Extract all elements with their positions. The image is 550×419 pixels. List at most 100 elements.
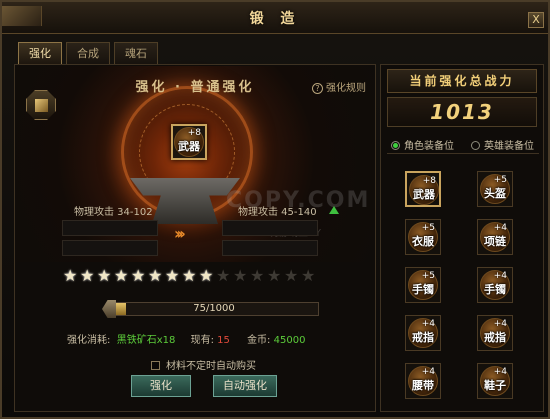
equip-level: +5: [421, 223, 435, 233]
equip-item-icon: +4 腰带: [408, 366, 438, 396]
star-filled-icon: ★: [80, 266, 95, 285]
star-empty-icon: ★: [216, 266, 231, 285]
progress-text: 75/1000: [193, 303, 235, 314]
divider: [387, 153, 539, 154]
equip-slot[interactable]: +4 手镯: [477, 267, 513, 303]
radio-hero-equip[interactable]: [471, 141, 480, 150]
star-empty-icon: ★: [284, 266, 299, 285]
equip-level: +5: [493, 175, 507, 185]
enhance-cost: 强化消耗: 黑铁矿石x18 现有: 15 金币: 45000: [67, 331, 305, 346]
power-value: 1013: [387, 97, 537, 127]
equip-name: 手镯: [484, 283, 506, 296]
power-title: 当前强化总战力: [387, 69, 537, 93]
enhance-button[interactable]: 强化: [131, 375, 191, 397]
cost-label: 强化消耗:: [67, 335, 111, 346]
stat-current: 物理攻击 34-102: [74, 207, 153, 218]
equip-slot[interactable]: +8 武器: [405, 171, 441, 207]
equip-name: 戒指: [412, 331, 434, 344]
star-filled-icon: ★: [199, 266, 214, 285]
equip-level: +5: [421, 271, 435, 281]
help-icon: ?: [312, 83, 323, 94]
enhance-target-slot[interactable]: +8 武器: [171, 124, 207, 160]
star-empty-icon: ★: [267, 266, 282, 285]
equip-level: +8: [422, 176, 436, 186]
filter-role-label: 角色装备位: [404, 141, 454, 152]
equip-name: 腰带: [412, 379, 434, 392]
tab-enhance[interactable]: 强化: [18, 42, 62, 64]
enhance-progress-bar: 75/1000: [102, 300, 319, 318]
equip-slot[interactable]: +4 戒指: [405, 315, 441, 351]
equip-item-icon: +5 头盔: [480, 174, 510, 204]
auto-buy-checkbox[interactable]: [151, 361, 160, 370]
equip-slot[interactable]: +4 鞋子: [477, 363, 513, 399]
star-empty-icon: ★: [233, 266, 248, 285]
star-empty-icon: ★: [250, 266, 265, 285]
equip-level: +4: [421, 367, 435, 377]
enhance-rules-link[interactable]: ? 强化规则: [312, 79, 366, 94]
star-filled-icon: ★: [114, 266, 129, 285]
star-empty-icon: ★: [301, 266, 316, 285]
equip-slot[interactable]: +4 项链: [477, 219, 513, 255]
cost-material[interactable]: 黑铁矿石: [117, 335, 157, 346]
auto-buy-row[interactable]: 材料不定时自动购买: [151, 357, 256, 372]
equip-item-icon: +5 手镯: [408, 270, 438, 300]
window-title: 锻 造: [249, 11, 301, 27]
equipment-panel: 当前强化总战力 1013 角色装备位 英雄装备位 +8 武器 +5 头盔 +5 衣服 +4 项…: [380, 64, 544, 412]
stat-bar-right-2: [222, 240, 318, 256]
equip-item-icon: +5 衣服: [408, 222, 438, 252]
equip-slot[interactable]: +5 手镯: [405, 267, 441, 303]
owned-label: 现有:: [190, 335, 214, 346]
equip-slot[interactable]: +4 腰带: [405, 363, 441, 399]
equip-name: 武器: [413, 188, 435, 201]
star-filled-icon: ★: [148, 266, 163, 285]
enhance-panel: 强化 · 普通强化 ?强化规则 +8 武器 COPY.COM 玩游戏上XY 物理…: [14, 64, 376, 412]
equip-item-icon: +4 项链: [480, 222, 510, 252]
filter-role-equip[interactable]: 角色装备位: [391, 137, 454, 152]
equip-item-icon: +4 手镯: [480, 270, 510, 300]
stat-bar-left-2: [62, 240, 158, 256]
star-filled-icon: ★: [97, 266, 112, 285]
item-level: +8: [187, 128, 201, 138]
equip-name: 戒指: [484, 331, 506, 344]
enhance-rules-label: 强化规则: [326, 83, 366, 94]
item-name: 武器: [178, 140, 200, 153]
equip-item-icon: +4 鞋子: [480, 366, 510, 396]
star-filled-icon: ★: [63, 266, 78, 285]
gold-label: 金币:: [247, 335, 271, 346]
equip-name: 头盔: [484, 187, 506, 200]
forge-cube-icon[interactable]: [26, 90, 56, 120]
auto-enhance-button[interactable]: 自动强化: [213, 375, 277, 397]
close-button[interactable]: X: [528, 12, 544, 28]
owned-value: 15: [217, 335, 230, 346]
equip-name: 项链: [484, 235, 506, 248]
forge-arrow-icon: ›››: [174, 224, 186, 243]
equip-name: 手镯: [412, 283, 434, 296]
tab-synthesis[interactable]: 合成: [66, 42, 110, 64]
stat-bar-right-1: [222, 220, 318, 236]
star-filled-icon: ★: [165, 266, 180, 285]
title-bar[interactable]: 锻 造 X: [2, 2, 548, 34]
equip-level: +4: [493, 367, 507, 377]
equip-slot[interactable]: +5 头盔: [477, 171, 513, 207]
weapon-item-icon: +8 武器: [174, 127, 204, 157]
equip-name: 衣服: [412, 235, 434, 248]
equip-slot[interactable]: +4 戒指: [477, 315, 513, 351]
equip-item-icon: +4 戒指: [408, 318, 438, 348]
equip-name: 鞋子: [484, 379, 506, 392]
stat-next: 物理攻击 45-140: [238, 207, 317, 218]
equip-level: +4: [493, 271, 507, 281]
forge-window: 锻 造 X 强化 合成 魂石 强化 · 普通强化 ? 强化规则 +8 武器 COP…: [0, 0, 550, 419]
cost-quantity: x18: [156, 335, 176, 346]
equip-slot[interactable]: +5 衣服: [405, 219, 441, 255]
equip-item-icon: +8 武器: [409, 175, 439, 205]
radio-role-equip[interactable]: [391, 141, 400, 150]
star-filled-icon: ★: [131, 266, 146, 285]
tab-soulstone[interactable]: 魂石: [114, 42, 158, 64]
equip-level: +4: [421, 319, 435, 329]
filter-hero-equip[interactable]: 英雄装备位: [471, 137, 534, 152]
equip-level: +4: [493, 223, 507, 233]
star-filled-icon: ★: [182, 266, 197, 285]
stat-bar-left-1: [62, 220, 158, 236]
stat-increase-arrow-icon: [329, 206, 339, 214]
auto-buy-label: 材料不定时自动购买: [166, 361, 256, 372]
